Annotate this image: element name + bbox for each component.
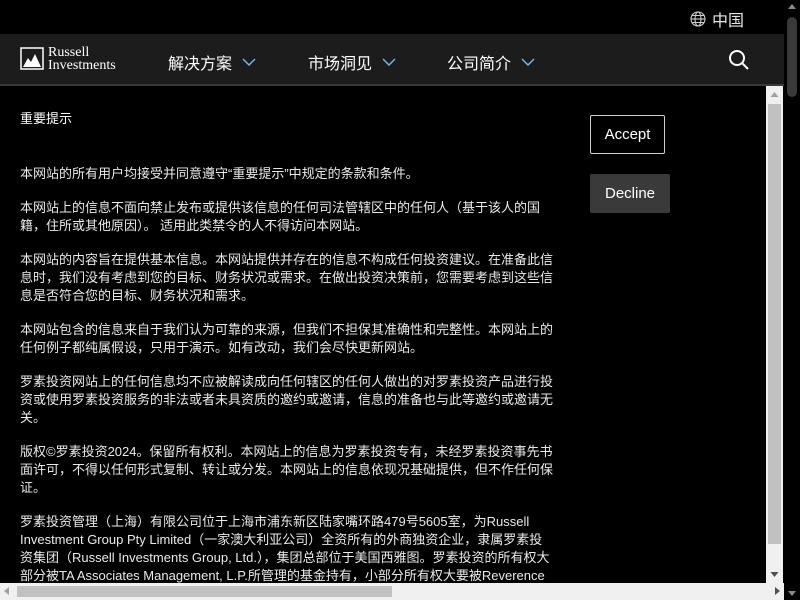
logo-mark-icon bbox=[20, 46, 44, 70]
scrollbar-thumb[interactable] bbox=[787, 17, 797, 97]
decline-button[interactable]: Decline bbox=[590, 174, 670, 213]
content-horizontal-scrollbar[interactable] bbox=[0, 583, 784, 600]
logo-line-2: Investments bbox=[48, 58, 116, 73]
notice-paragraph: 版权©罗素投资2024。保留所有权利。本网站上的信息为罗素投资专有，未经罗素投资… bbox=[20, 444, 554, 495]
nav-item-label: 市场洞见 bbox=[308, 56, 373, 73]
scroll-left-arrow-icon[interactable] bbox=[4, 587, 9, 595]
scroll-up-arrow-icon[interactable] bbox=[766, 86, 783, 103]
main-navbar: Russell Investments 解决方案 市场洞见 公司简介 bbox=[0, 34, 784, 86]
scrollbar-thumb[interactable] bbox=[17, 586, 392, 597]
nav-item-label: 解决方案 bbox=[168, 56, 233, 73]
notice-paragraph: 本网站的所有用户均接受并同意遵守“重要提示”中规定的条款和条件。 bbox=[20, 166, 419, 181]
nav-item-label: 公司简介 bbox=[447, 56, 512, 73]
nav-item-insights[interactable]: 市场洞见 bbox=[308, 50, 396, 74]
chevron-down-icon bbox=[382, 58, 396, 66]
notice-paragraph: 本网站的内容旨在提供基本信息。本网站提供并存在的信息不构成任何投资建议。在准备此… bbox=[20, 252, 554, 303]
nav-item-solutions[interactable]: 解决方案 bbox=[168, 50, 256, 74]
scroll-down-arrow-icon[interactable] bbox=[788, 591, 796, 596]
notice-paragraph: 罗素投资管理（上海）有限公司位于上海市浦东新区陆家嘴环路479号5605室，为R… bbox=[20, 514, 550, 583]
search-icon[interactable] bbox=[728, 49, 750, 76]
scroll-up-arrow-icon[interactable] bbox=[788, 4, 796, 9]
important-notice: 重要提示 本网站的所有用户均接受并同意遵守“重要提示”中规定的条款和条件。 本网… bbox=[20, 110, 555, 583]
notice-paragraph: 本网站包含的信息来自于我们认为可靠的来源，但我们不担保其准确性和完整性。本网站上… bbox=[20, 322, 554, 355]
russell-investments-logo[interactable]: Russell Investments bbox=[20, 46, 116, 73]
nav-item-about[interactable]: 公司简介 bbox=[447, 50, 535, 74]
page-vertical-scrollbar[interactable] bbox=[784, 0, 800, 600]
scroll-down-arrow-icon[interactable] bbox=[766, 566, 783, 583]
notice-paragraph: 罗素投资网站上的任何信息均不应被解读成向任何辖区的任何人做出的对罗素投资产品进行… bbox=[20, 374, 554, 425]
logo-wordmark: Russell Investments bbox=[48, 46, 116, 73]
language-selector[interactable]: 中国 bbox=[690, 7, 744, 31]
content-vertical-scrollbar[interactable] bbox=[766, 86, 783, 583]
notice-title: 重要提示 bbox=[20, 111, 73, 126]
scroll-right-arrow-icon[interactable] bbox=[775, 587, 780, 595]
notice-paragraph: 本网站上的信息不面向禁止发布或提供该信息的任何司法管辖区中的任何人（基于该人的国… bbox=[20, 200, 541, 233]
chevron-down-icon bbox=[242, 58, 256, 66]
language-label: 中国 bbox=[711, 13, 744, 30]
chevron-down-icon bbox=[521, 58, 535, 66]
globe-icon bbox=[690, 11, 706, 27]
top-bar: 中国 bbox=[0, 0, 784, 34]
scrollbar-thumb[interactable] bbox=[768, 104, 781, 544]
accept-button[interactable]: Accept bbox=[590, 115, 665, 154]
